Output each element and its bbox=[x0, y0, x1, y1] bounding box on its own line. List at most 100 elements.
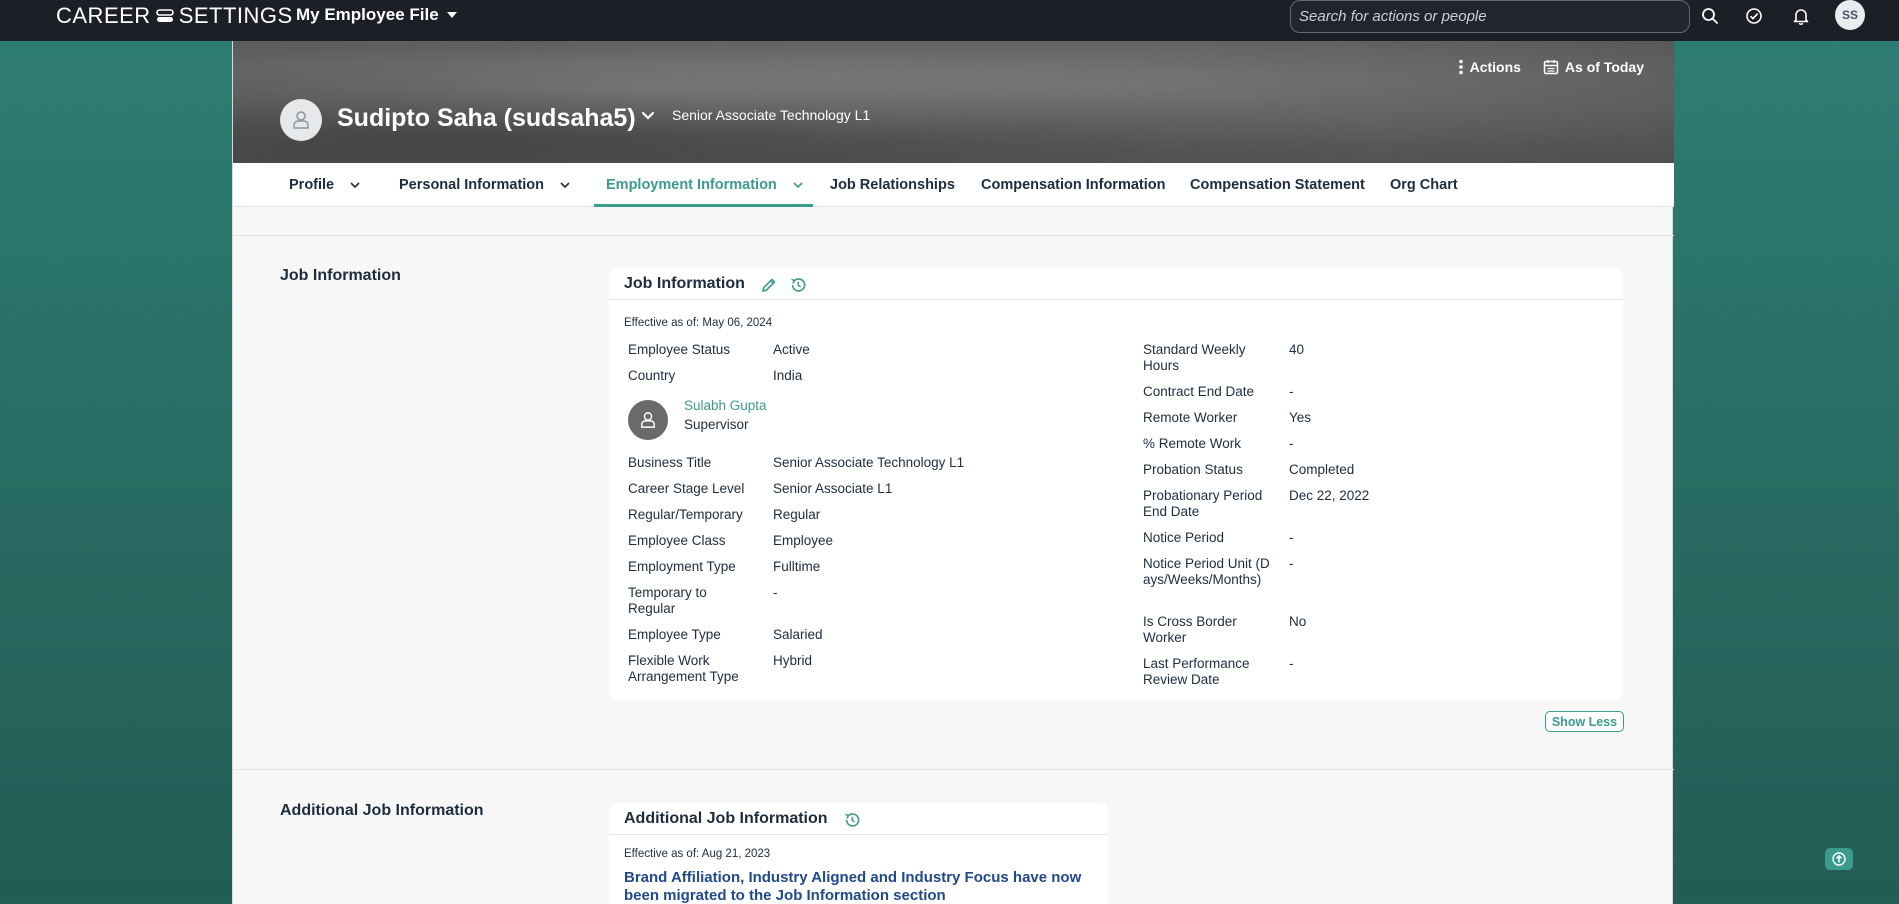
chevron-down-icon[interactable] bbox=[793, 181, 803, 189]
tab-job-relationships[interactable]: Job Relationships bbox=[830, 163, 955, 207]
tab-compensation-information[interactable]: Compensation Information bbox=[981, 163, 1165, 207]
section-divider bbox=[233, 769, 1674, 770]
field-value: Completed bbox=[1289, 462, 1355, 477]
field-value: Yes bbox=[1289, 410, 1312, 425]
field-value: India bbox=[773, 368, 803, 383]
field-label: Last Performance Review Date bbox=[1143, 656, 1250, 687]
field-label: Employee Status bbox=[628, 342, 731, 357]
additional-job-information-card: Additional Job Information Effective as … bbox=[609, 803, 1108, 904]
chevron-down-icon[interactable] bbox=[350, 181, 360, 189]
search-input[interactable] bbox=[1299, 8, 1681, 25]
history-icon[interactable] bbox=[789, 276, 807, 294]
field-value: Hybrid bbox=[773, 653, 813, 668]
chevron-down-icon[interactable] bbox=[560, 181, 570, 189]
tab-personal-information[interactable]: Personal Information bbox=[399, 163, 570, 207]
field-value: - bbox=[1289, 530, 1294, 545]
additional-job-information-card-title: Additional Job Information bbox=[624, 810, 828, 827]
logo-mark-icon bbox=[155, 9, 174, 22]
tab-job-relationships-label: Job Relationships bbox=[830, 177, 955, 193]
scroll-to-top-button[interactable] bbox=[1825, 848, 1853, 870]
supervisor-name-link[interactable]: Sulabh Gupta bbox=[684, 398, 767, 413]
field-label: Employee Type bbox=[628, 627, 721, 642]
header-actions: Actions As of Today bbox=[1458, 59, 1644, 75]
history-icon[interactable] bbox=[843, 811, 861, 829]
notifications-bell-icon[interactable] bbox=[1791, 6, 1811, 26]
search-field[interactable] bbox=[1290, 0, 1690, 33]
show-less-button[interactable]: Show Less bbox=[1545, 711, 1624, 732]
field-value: - bbox=[773, 585, 778, 600]
employee-avatar[interactable] bbox=[280, 99, 322, 141]
tab-compensation-information-label: Compensation Information bbox=[981, 177, 1166, 193]
file-menu-label: My Employee File bbox=[296, 5, 439, 24]
field-label: Flexible Work Arrangement Type bbox=[628, 653, 739, 684]
field-value: Senior Associate L1 bbox=[773, 481, 893, 496]
my-employee-file-menu[interactable]: My Employee File bbox=[296, 5, 457, 25]
field-label: Temporary to Regular bbox=[628, 585, 707, 616]
employee-switch-chevron-icon[interactable] bbox=[641, 111, 655, 121]
migration-notice: Brand Affiliation, Industry Aligned and … bbox=[624, 869, 1082, 904]
job-information-section-title: Job Information bbox=[280, 267, 401, 284]
logo-text-right: SETTINGS bbox=[178, 3, 293, 28]
field-value: Employee bbox=[773, 533, 834, 548]
section-divider bbox=[233, 235, 1674, 236]
field-label: Remote Worker bbox=[1143, 410, 1238, 425]
search-icon[interactable] bbox=[1700, 6, 1720, 26]
field-value: Active bbox=[773, 342, 810, 357]
field-label: Employee Class bbox=[628, 533, 726, 548]
tab-profile-label: Profile bbox=[289, 177, 335, 193]
field-value: - bbox=[1289, 556, 1294, 571]
tab-org-chart[interactable]: Org Chart bbox=[1390, 163, 1458, 207]
as-of-today-label: As of Today bbox=[1564, 59, 1644, 75]
field-label: Contract End Date bbox=[1143, 384, 1255, 399]
actions-button[interactable]: Actions bbox=[1458, 59, 1521, 75]
employee-file-panel: Actions As of Today Sudipto Saha (sudsah… bbox=[232, 41, 1674, 904]
tab-compensation-statement-label: Compensation Statement bbox=[1190, 177, 1365, 193]
person-icon bbox=[641, 412, 655, 428]
job-information-card: Job Information Effective as of: May 06,… bbox=[609, 268, 1623, 700]
supervisor-avatar[interactable] bbox=[628, 400, 668, 440]
tab-profile[interactable]: Profile bbox=[289, 163, 360, 207]
user-avatar[interactable]: SS bbox=[1835, 0, 1865, 30]
field-label: Business Title bbox=[628, 455, 712, 470]
tab-personal-information-label: Personal Information bbox=[399, 177, 545, 193]
actions-label: Actions bbox=[1469, 59, 1521, 75]
caret-down-icon bbox=[446, 12, 457, 18]
person-icon bbox=[293, 111, 309, 129]
todo-check-icon[interactable] bbox=[1744, 6, 1764, 26]
field-value: Dec 22, 2022 bbox=[1289, 488, 1370, 503]
field-label: Notice Period Unit (Days/Weeks/Months) bbox=[1143, 556, 1270, 587]
logo-text-left: CAREER bbox=[56, 3, 151, 28]
field-label: Employment Type bbox=[628, 559, 736, 574]
tab-employment-information[interactable]: Employment Information bbox=[594, 163, 813, 207]
field-value: - bbox=[1289, 656, 1294, 671]
field-value: 40 bbox=[1289, 342, 1305, 357]
field-value: No bbox=[1289, 614, 1307, 629]
field-label: Is Cross Border Worker bbox=[1143, 614, 1237, 645]
field-label: Probationary Period End Date bbox=[1143, 488, 1263, 519]
card-header: Additional Job Information bbox=[609, 803, 1108, 835]
as-of-today-button[interactable]: As of Today bbox=[1543, 59, 1644, 75]
field-label: Career Stage Level bbox=[628, 481, 745, 496]
tab-employment-information-label: Employment Information bbox=[606, 177, 777, 193]
tab-org-chart-label: Org Chart bbox=[1390, 177, 1458, 193]
field-value: Fulltime bbox=[773, 559, 821, 574]
employee-job-title: Senior Associate Technology L1 bbox=[672, 107, 871, 123]
supervisor-role: Supervisor bbox=[684, 417, 749, 432]
employee-name: Sudipto Saha (sudsaha5) bbox=[337, 104, 636, 132]
employee-file-tabs: Profile Personal Information Employment … bbox=[233, 163, 1674, 207]
field-value: Salaried bbox=[773, 627, 823, 642]
career-settings-logo[interactable]: CAREER SETTINGS bbox=[56, 3, 293, 29]
field-label: Regular/Temporary bbox=[628, 507, 743, 522]
field-value: Regular bbox=[773, 507, 821, 522]
field-value: Senior Associate Technology L1 bbox=[773, 455, 965, 470]
shell-bar: CAREER SETTINGS My Employee File SS bbox=[0, 0, 1899, 41]
field-label: % Remote Work bbox=[1143, 436, 1242, 451]
field-label: Standard Weekly Hours bbox=[1143, 342, 1246, 373]
arrow-up-icon bbox=[1832, 852, 1846, 866]
field-label: Probation Status bbox=[1143, 462, 1243, 477]
employee-header: Actions As of Today Sudipto Saha (sudsah… bbox=[233, 41, 1674, 163]
field-value: - bbox=[1289, 384, 1294, 399]
edit-pencil-icon[interactable] bbox=[760, 276, 778, 294]
job-information-card-title: Job Information bbox=[624, 275, 745, 292]
tab-compensation-statement[interactable]: Compensation Statement bbox=[1190, 163, 1365, 207]
